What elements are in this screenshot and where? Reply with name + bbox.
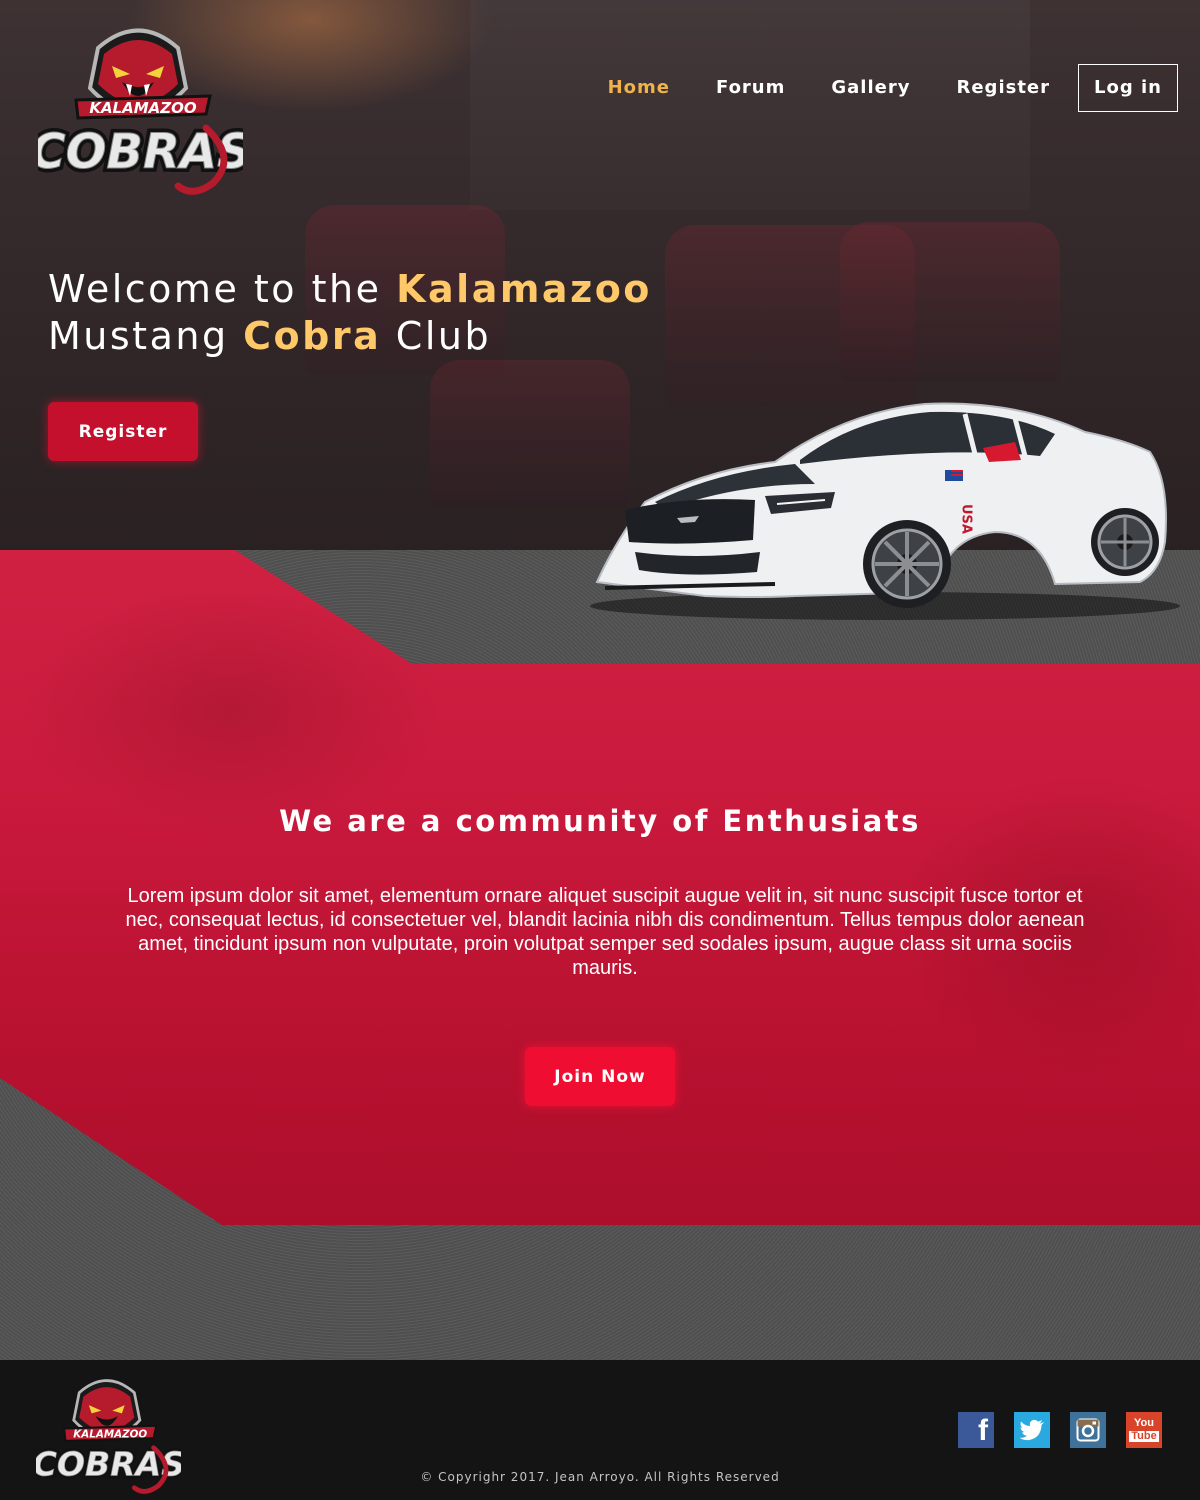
hero-title: Welcome to the Kalamazoo Mustang Cobra C…: [48, 266, 748, 360]
youtube-icon-text: Tube: [1129, 1430, 1159, 1442]
mustang-car-image: USA: [585, 392, 1185, 632]
instagram-camera-icon: [1076, 1418, 1100, 1442]
community-title-text: of: [659, 804, 723, 838]
join-now-button[interactable]: Join Now: [525, 1047, 675, 1106]
community-background-shade: [0, 790, 1200, 1225]
twitter-bird-icon: [1019, 1419, 1044, 1441]
svg-text:KALAMAZOO: KALAMAZOO: [73, 1428, 147, 1440]
youtube-icon-text: You: [1134, 1417, 1154, 1429]
nav-item-gallery[interactable]: Gallery: [831, 64, 910, 112]
nav-item-register[interactable]: Register: [956, 64, 1050, 112]
hero-title-text: Mustang: [48, 314, 244, 358]
main-nav: Home Forum Gallery Register Log in: [562, 64, 1178, 112]
community-title-bold: community: [455, 804, 660, 838]
copyright-text: © Copyrighr 2017. Jean Arroyo. All Right…: [420, 1470, 780, 1484]
mustang-car-icon: USA: [590, 402, 1180, 620]
svg-text:KALAMAZOO: KALAMAZOO: [89, 99, 197, 117]
nav-item-forum[interactable]: Forum: [716, 64, 785, 112]
community-title-bold: Enthusiats: [722, 804, 921, 838]
header-logo[interactable]: KALAMAZOO COBRAS COBRAS: [38, 18, 243, 198]
hero-title-text: Club: [381, 314, 492, 358]
social-links: f You Tube: [958, 1412, 1182, 1448]
svg-text:USA: USA: [959, 504, 974, 534]
youtube-icon[interactable]: You Tube: [1126, 1412, 1162, 1448]
community-title: We are a community of Enthusiats: [0, 804, 1200, 838]
nav-item-home[interactable]: Home: [608, 64, 670, 112]
login-button[interactable]: Log in: [1078, 64, 1178, 112]
twitter-icon[interactable]: [1014, 1412, 1050, 1448]
instagram-icon[interactable]: [1070, 1412, 1106, 1448]
hero-title-highlight: Cobra: [243, 314, 382, 358]
hero-register-button[interactable]: Register: [48, 402, 198, 461]
hero-title-highlight: Kalamazoo: [396, 267, 652, 311]
cobras-logo-icon: KALAMAZOO COBRAS COBRAS: [38, 28, 243, 195]
hero-title-text: Welcome to the: [48, 267, 397, 311]
community-title-text: We are a: [279, 804, 456, 838]
facebook-icon[interactable]: f: [958, 1412, 994, 1448]
community-description: Lorem ipsum dolor sit amet, elementum or…: [125, 885, 1085, 979]
